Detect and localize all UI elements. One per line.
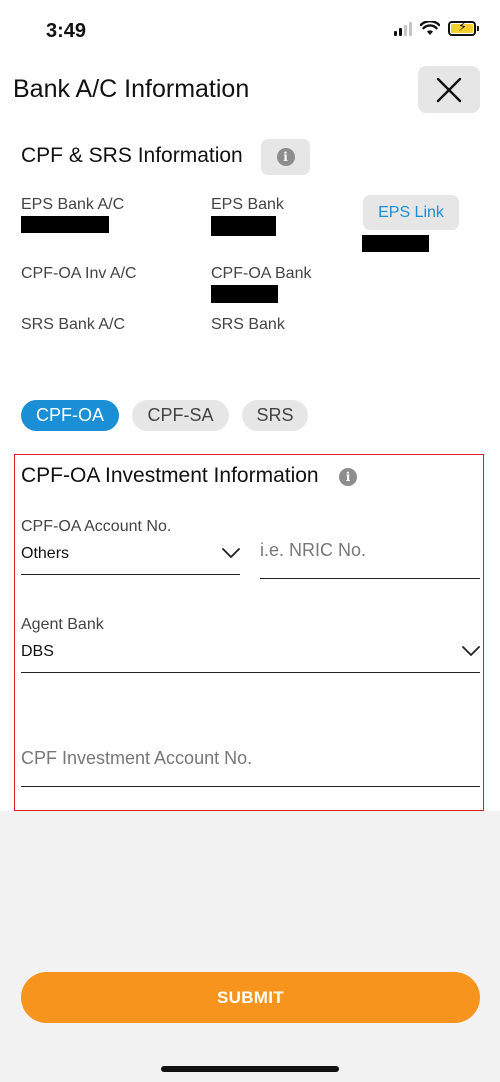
- info-icon[interactable]: i: [339, 468, 357, 486]
- agent-bank-label: Agent Bank: [21, 616, 104, 633]
- tab-cpf-oa[interactable]: CPF-OA: [21, 400, 119, 431]
- redacted-eps-bank-ac: [21, 216, 109, 233]
- eps-bank-label: EPS Bank: [211, 196, 284, 213]
- cpf-oa-bank-label: CPF-OA Bank: [211, 265, 312, 282]
- cpf-investment-account-underline: [21, 786, 480, 787]
- status-bar: 3:49 ⚡: [0, 0, 500, 60]
- srs-bank-label: SRS Bank: [211, 316, 285, 333]
- redacted-eps-bank: [211, 216, 276, 236]
- nric-underline: [260, 578, 480, 579]
- account-no-underline: [21, 574, 240, 575]
- submit-button[interactable]: SUBMIT: [21, 972, 480, 1023]
- chevron-down-icon[interactable]: [222, 548, 240, 559]
- cpf-oa-inv-ac-label: CPF-OA Inv A/C: [21, 265, 137, 282]
- eps-bank-ac-label: EPS Bank A/C: [21, 196, 125, 213]
- tab-cpf-sa[interactable]: CPF-SA: [132, 400, 229, 431]
- account-no-dropdown[interactable]: Others: [21, 545, 69, 563]
- status-time: 3:49: [46, 20, 87, 42]
- agent-bank-dropdown[interactable]: DBS: [21, 643, 54, 661]
- srs-bank-ac-label: SRS Bank A/C: [21, 316, 126, 333]
- redacted-cpf-oa-bank: [211, 285, 278, 303]
- battery-charging-icon: ⚡: [448, 20, 479, 36]
- tab-srs[interactable]: SRS: [242, 400, 308, 431]
- cpf-srs-info-button[interactable]: i: [261, 139, 310, 175]
- bottom-panel: [0, 811, 500, 1082]
- page-title: Bank A/C Information: [13, 75, 250, 103]
- eps-link-button[interactable]: EPS Link: [363, 195, 459, 230]
- home-indicator: [161, 1066, 339, 1072]
- cellular-signal-icon: [394, 21, 412, 36]
- agent-bank-underline: [21, 672, 480, 673]
- wifi-icon: [420, 21, 440, 35]
- investment-section-title: CPF-OA Investment Information: [21, 464, 319, 487]
- redacted-eps-link: [362, 235, 429, 252]
- close-button[interactable]: [418, 66, 480, 113]
- close-icon: [436, 77, 462, 102]
- info-icon: i: [276, 148, 295, 166]
- status-icons: ⚡: [394, 20, 479, 36]
- cpf-investment-account-input[interactable]: CPF Investment Account No.: [21, 748, 252, 769]
- account-no-label: CPF-OA Account No.: [21, 518, 172, 535]
- chevron-down-icon[interactable]: [462, 646, 480, 657]
- nric-input[interactable]: i.e. NRIC No.: [260, 540, 366, 561]
- cpf-srs-section-title: CPF & SRS Information: [21, 144, 243, 167]
